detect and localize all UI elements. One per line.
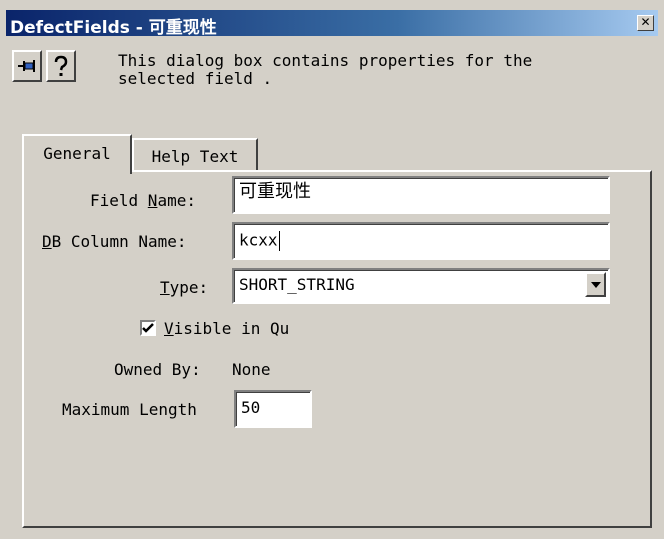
type-label: Type:	[160, 278, 209, 297]
dialog-window: DefectFields - 可重现性 ✕ This dialog box co…	[0, 0, 664, 539]
window-title: DefectFields - 可重现性	[10, 18, 217, 38]
checkmark-icon	[142, 323, 154, 333]
max-length-value: 50	[241, 398, 261, 417]
type-select[interactable]: SHORT_STRING	[232, 268, 610, 304]
close-icon: ✕	[640, 15, 651, 29]
owned-by-label: Owned By:	[114, 360, 201, 379]
tab-help-text[interactable]: Help Text	[132, 138, 258, 170]
tab-label: General	[43, 144, 111, 163]
db-column-value: kcxx	[239, 230, 278, 250]
close-button[interactable]: ✕	[637, 15, 654, 31]
dropdown-button[interactable]	[585, 272, 606, 297]
text-caret	[278, 231, 280, 251]
max-length-input[interactable]: 50	[234, 390, 312, 428]
db-column-label: DB Column Name:	[42, 232, 187, 251]
help-button[interactable]	[46, 50, 76, 82]
chevron-down-icon	[591, 282, 601, 288]
question-icon	[54, 55, 68, 76]
tab-label: Help Text	[151, 147, 239, 166]
dialog-description: This dialog box contains properties for …	[118, 51, 533, 88]
field-name-label: Field Name:	[90, 191, 196, 210]
pin-button[interactable]	[12, 50, 42, 82]
field-name-value: 可重现性	[239, 181, 311, 202]
type-value: SHORT_STRING	[239, 275, 355, 294]
title-bar[interactable]: DefectFields - 可重现性 ✕	[6, 10, 658, 38]
visible-label[interactable]: Visible in Qu	[164, 320, 289, 338]
owned-by-value: None	[232, 360, 271, 379]
visible-checkbox[interactable]	[140, 320, 156, 336]
max-length-label: Maximum Length	[62, 400, 197, 419]
db-column-input[interactable]: kcxx	[232, 222, 610, 260]
tab-general[interactable]: General	[22, 134, 132, 174]
pushpin-icon	[18, 60, 35, 72]
field-name-input[interactable]: 可重现性	[232, 176, 610, 214]
